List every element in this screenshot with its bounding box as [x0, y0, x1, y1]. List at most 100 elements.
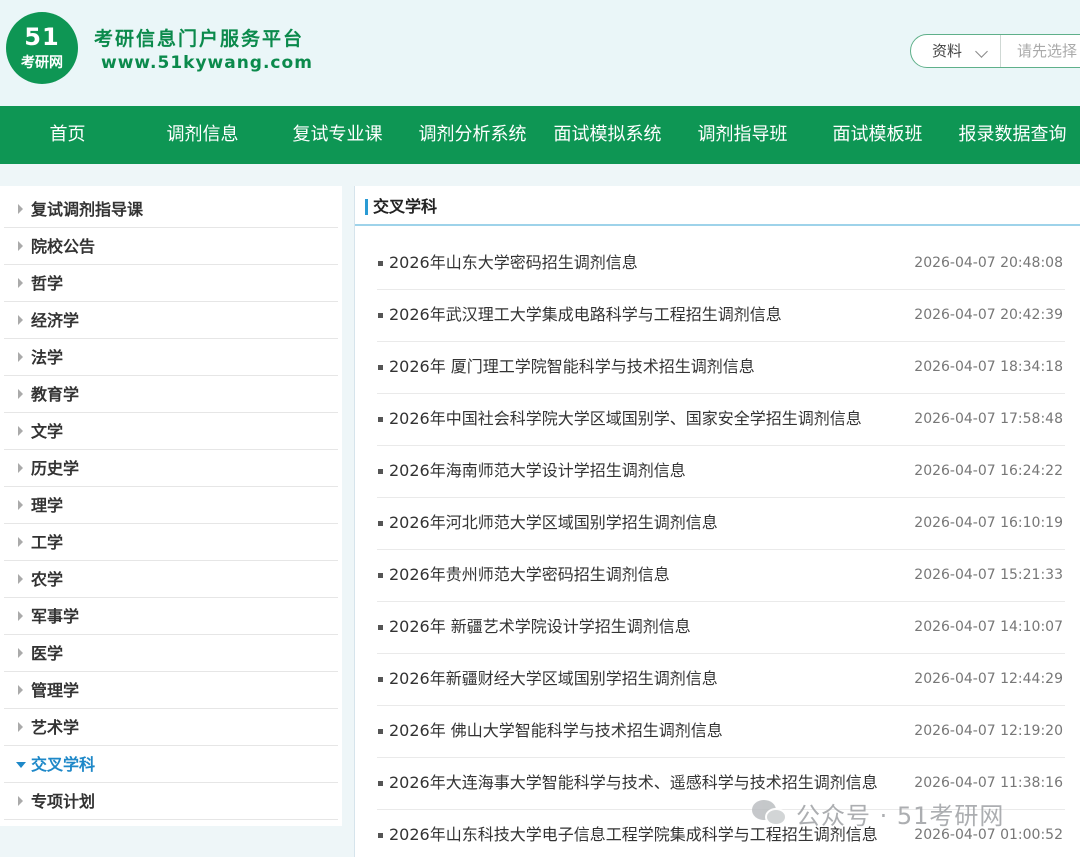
bullet-icon [378, 261, 383, 266]
sidebar-item-label: 艺术学 [31, 718, 80, 737]
sidebar-item-label: 医学 [31, 644, 64, 663]
nav-item-admission-data[interactable]: 报录数据查询 [945, 106, 1080, 164]
article-time: 2026-04-07 16:24:22 [914, 463, 1063, 479]
list-item[interactable]: 2026年中国社会科学院大学区域国别学、国家安全学招生调剂信息 2026-04-0… [377, 394, 1065, 446]
bullet-icon [378, 729, 383, 734]
site-logo[interactable]: 51 考研网 [6, 12, 78, 84]
caret-right-icon [18, 648, 23, 658]
article-title[interactable]: 2026年海南师范大学设计学招生调剂信息 [389, 446, 686, 496]
sidebar-item-label: 专项计划 [31, 792, 96, 811]
caret-right-icon [18, 500, 23, 510]
chevron-down-icon [975, 45, 988, 58]
caret-right-icon [18, 315, 23, 325]
list-item[interactable]: 2026年山东大学密码招生调剂信息 2026-04-07 20:48:08 [377, 238, 1065, 290]
sidebar-item[interactable]: 法学 [4, 339, 338, 376]
sidebar-item-label: 文学 [31, 422, 64, 441]
wechat-watermark: 公众号 · 51考研网 [752, 796, 1004, 830]
caret-right-icon [18, 463, 23, 473]
sidebar-item[interactable]: 经济学 [4, 302, 338, 339]
caret-right-icon [18, 352, 23, 362]
article-title[interactable]: 2026年 厦门理工学院智能科学与技术招生调剂信息 [389, 342, 755, 392]
list-item[interactable]: 2026年 佛山大学智能科学与技术招生调剂信息 2026-04-07 12:19:… [377, 706, 1065, 758]
bullet-icon [378, 365, 383, 370]
sidebar-item[interactable]: 工学 [4, 524, 338, 561]
category-sidebar: 复试调剂指导课 院校公告 哲学 经济学 法学 教育学 文学 历史学 理学 工学 … [0, 186, 342, 826]
caret-right-icon [18, 611, 23, 621]
sidebar-item[interactable]: 理学 [4, 487, 338, 524]
site-url: www.51kywang.com [101, 53, 313, 73]
caret-right-icon [18, 537, 23, 547]
section-marker [365, 199, 368, 215]
article-title[interactable]: 2026年 新疆艺术学院设计学招生调剂信息 [389, 602, 691, 652]
sidebar-item[interactable]: 管理学 [4, 672, 338, 709]
sidebar-item-label: 农学 [31, 570, 64, 589]
sidebar-item[interactable]: 专项计划 [4, 783, 338, 820]
sidebar-item-active[interactable]: 交叉学科 [4, 746, 338, 783]
sidebar-item[interactable]: 农学 [4, 561, 338, 598]
site-slogan: 考研信息门户服务平台 [94, 28, 305, 50]
sidebar-item[interactable]: 院校公告 [4, 228, 338, 265]
nav-item-interview-sim[interactable]: 面试模拟系统 [540, 106, 675, 164]
sidebar-item-label: 哲学 [31, 274, 64, 293]
bullet-icon [378, 625, 383, 630]
sidebar-item-label: 工学 [31, 533, 64, 552]
search-input[interactable] [1003, 35, 1080, 67]
bullet-icon [378, 521, 383, 526]
search-box: 资料 [910, 34, 1080, 68]
article-title[interactable]: 2026年中国社会科学院大学区域国别学、国家安全学招生调剂信息 [389, 394, 862, 444]
nav-item-adjust-class[interactable]: 调剂指导班 [675, 106, 810, 164]
nav-item-retest-course[interactable]: 复试专业课 [270, 106, 405, 164]
article-title[interactable]: 2026年河北师范大学区域国别学招生调剂信息 [389, 498, 718, 548]
bullet-icon [378, 833, 383, 838]
search-category-select[interactable]: 资料 [911, 35, 1001, 67]
article-title[interactable]: 2026年新疆财经大学区域国别学招生调剂信息 [389, 654, 718, 704]
article-title[interactable]: 2026年 佛山大学智能科学与技术招生调剂信息 [389, 706, 723, 756]
bullet-icon [378, 417, 383, 422]
sidebar-item-label: 历史学 [31, 459, 80, 478]
list-item[interactable]: 2026年 新疆艺术学院设计学招生调剂信息 2026-04-07 14:10:07 [377, 602, 1065, 654]
article-time: 2026-04-07 12:44:29 [914, 671, 1063, 687]
sidebar-item-label: 管理学 [31, 681, 80, 700]
sidebar-item[interactable]: 文学 [4, 413, 338, 450]
sidebar-item[interactable]: 教育学 [4, 376, 338, 413]
section-header: 交叉学科 [355, 186, 1080, 226]
sidebar-item-label: 交叉学科 [31, 755, 96, 774]
caret-right-icon [18, 722, 23, 732]
list-item[interactable]: 2026年新疆财经大学区域国别学招生调剂信息 2026-04-07 12:44:2… [377, 654, 1065, 706]
list-item[interactable]: 2026年 厦门理工学院智能科学与技术招生调剂信息 2026-04-07 18:3… [377, 342, 1065, 394]
sidebar-item-label: 法学 [31, 348, 64, 367]
article-time: 2026-04-07 17:58:48 [914, 411, 1063, 427]
sidebar-item-label: 军事学 [31, 607, 80, 626]
caret-right-icon [18, 241, 23, 251]
article-panel: 交叉学科 2026年山东大学密码招生调剂信息 2026-04-07 20:48:0… [354, 186, 1080, 857]
article-time: 2026-04-07 20:42:39 [914, 307, 1063, 323]
bullet-icon [378, 313, 383, 318]
list-item[interactable]: 2026年武汉理工大学集成电路科学与工程招生调剂信息 2026-04-07 20:… [377, 290, 1065, 342]
caret-right-icon [18, 796, 23, 806]
nav-item-adjust-info[interactable]: 调剂信息 [135, 106, 270, 164]
nav-item-home[interactable]: 首页 [0, 106, 135, 164]
article-time: 2026-04-07 16:10:19 [914, 515, 1063, 531]
sidebar-item[interactable]: 历史学 [4, 450, 338, 487]
sidebar-item[interactable]: 艺术学 [4, 709, 338, 746]
sidebar-item[interactable]: 军事学 [4, 598, 338, 635]
wechat-icon [752, 798, 790, 828]
nav-item-adjust-analysis[interactable]: 调剂分析系统 [405, 106, 540, 164]
article-title[interactable]: 2026年武汉理工大学集成电路科学与工程招生调剂信息 [389, 290, 782, 340]
article-time: 2026-04-07 12:19:20 [914, 723, 1063, 739]
article-title[interactable]: 2026年贵州师范大学密码招生调剂信息 [389, 550, 670, 600]
article-time: 2026-04-07 14:10:07 [914, 619, 1063, 635]
sidebar-item[interactable]: 复试调剂指导课 [4, 191, 338, 228]
sidebar-item[interactable]: 哲学 [4, 265, 338, 302]
nav-item-interview-template[interactable]: 面试模板班 [810, 106, 945, 164]
article-title[interactable]: 2026年山东大学密码招生调剂信息 [389, 238, 638, 288]
sidebar-item[interactable]: 医学 [4, 635, 338, 672]
bullet-icon [378, 781, 383, 786]
caret-down-icon [16, 762, 26, 768]
main-nav: 首页 调剂信息 复试专业课 调剂分析系统 面试模拟系统 调剂指导班 面试模板班 … [0, 106, 1080, 164]
list-item[interactable]: 2026年贵州师范大学密码招生调剂信息 2026-04-07 15:21:33 [377, 550, 1065, 602]
list-item[interactable]: 2026年河北师范大学区域国别学招生调剂信息 2026-04-07 16:10:1… [377, 498, 1065, 550]
sidebar-item-label: 理学 [31, 496, 64, 515]
caret-right-icon [18, 574, 23, 584]
list-item[interactable]: 2026年海南师范大学设计学招生调剂信息 2026-04-07 16:24:22 [377, 446, 1065, 498]
